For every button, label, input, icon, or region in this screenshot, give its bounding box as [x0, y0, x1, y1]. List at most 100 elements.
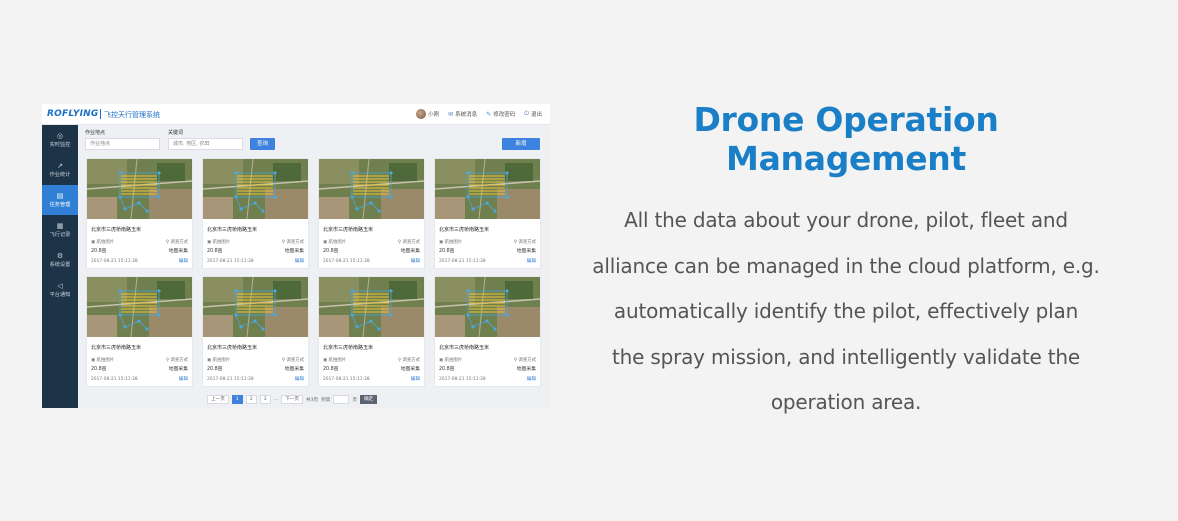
next-page-button[interactable]: 下一页 [281, 395, 303, 404]
task-card[interactable]: 北京市三虎桥南路玉米 ▣ 航拍图片 ⚲ 调查方式 20.8亩 地图采集 2017-08-2… [86, 276, 193, 387]
total-pages: 共3页 [306, 397, 319, 403]
prev-page-button[interactable]: 上一页 [207, 395, 229, 404]
task-card[interactable]: 北京市三虎桥南路玉米 ▣ 航拍图片 ⚲ 调查方式 20.8亩 地图采集 2017-08-2… [434, 158, 541, 269]
page-button-1[interactable]: 1 [231, 395, 243, 404]
pagination: 上一页 1 2 3 … 下一页 共3页 到第 页 确定 [207, 395, 378, 404]
sidebar-item-label: 实时监控 [49, 141, 71, 148]
header-actions: 小刚 ✉ 系统消息 ✎ 修改密码 ⏻ 退出 [416, 109, 542, 119]
card-area: 20.8亩 [207, 367, 223, 372]
card-title: 北京市三虎桥南路玉米 [207, 227, 258, 233]
card-status-label: 调查方式 [170, 358, 188, 363]
card-tag: ▣ 航拍图片 [439, 239, 462, 245]
logout-label: 退出 [530, 112, 542, 118]
field-map-thumbnail [203, 159, 308, 219]
sidebar-item-label: 作业统计 [49, 171, 71, 178]
edit-link[interactable]: 编辑 [179, 376, 188, 382]
description-line: alliance can be managed in the cloud pla… [592, 253, 1100, 278]
search-button[interactable]: 查询 [250, 138, 275, 150]
edit-icon: ✎ [486, 110, 492, 118]
card-title: 北京市三虎桥南路玉米 [323, 345, 374, 351]
task-card[interactable]: 北京市三虎桥南路玉米 ▣ 航拍图片 ⚲ 调查方式 20.8亩 地图采集 2017-08-2… [318, 158, 425, 269]
card-area: 20.8亩 [439, 367, 455, 372]
task-card[interactable]: 北京市三虎桥南路玉米 ▣ 航拍图片 ⚲ 调查方式 20.8亩 地图采集 2017-08-2… [86, 158, 193, 269]
card-status: ⚲ 调查方式 [398, 239, 420, 245]
user-name: 小刚 [428, 112, 440, 118]
card-status-2: 地图采集 [284, 249, 304, 254]
card-area: 20.8亩 [91, 367, 107, 372]
gear-icon: ⚙ [56, 251, 64, 260]
card-status-2: 地图采集 [284, 367, 304, 372]
card-tag-label: 航拍图片 [212, 240, 231, 245]
card-status-label: 调查方式 [286, 240, 304, 245]
messages-link[interactable]: ✉ 系统消息 [448, 110, 478, 119]
task-card[interactable]: 北京市三虎桥南路玉米 ▣ 航拍图片 ⚲ 调查方式 20.8亩 地图采集 2017-08-2… [202, 276, 309, 387]
card-tag: ▣ 航拍图片 [439, 357, 462, 363]
change-password-link[interactable]: ✎ 修改密码 [486, 110, 516, 119]
edit-link[interactable]: 编辑 [527, 258, 536, 264]
logo-divider [100, 109, 101, 119]
card-area: 20.8亩 [439, 249, 455, 254]
location-input[interactable]: 作业地点 [85, 138, 160, 150]
change-password-label: 修改密码 [493, 112, 516, 118]
card-status: ⚲ 调查方式 [166, 357, 188, 363]
edit-link[interactable]: 编辑 [411, 376, 420, 382]
card-status: ⚲ 调查方式 [282, 357, 304, 363]
card-tag: ▣ 航拍图片 [207, 357, 230, 363]
user-menu[interactable]: 小刚 [416, 109, 439, 119]
card-date: 2017-08-21 15:11:38 [207, 377, 254, 382]
edit-link[interactable]: 编辑 [527, 376, 536, 382]
edit-link[interactable]: 编辑 [295, 258, 304, 264]
card-status-label: 调查方式 [402, 358, 420, 363]
card-tag: ▣ 航拍图片 [323, 239, 346, 245]
keyword-label: 关键词 [168, 130, 184, 136]
sidebar-item-notice[interactable]: ◁ 平台通知 [42, 275, 78, 305]
card-status-label: 调查方式 [170, 240, 188, 245]
sidebar-item-statistics[interactable]: ↗ 作业统计 [42, 155, 78, 185]
card-tag: ▣ 航拍图片 [207, 239, 230, 245]
card-tag-label: 航拍图片 [444, 240, 463, 245]
app-screenshot: ROFLYING 飞控天行管理系统 小刚 ✉ 系统消息 ✎ 修改密码 ⏻ 退出 … [42, 104, 550, 408]
task-card[interactable]: 北京市三虎桥南路玉米 ▣ 航拍图片 ⚲ 调查方式 20.8亩 地图采集 2017-08-2… [202, 158, 309, 269]
card-status-2: 地图采集 [400, 367, 420, 372]
app-header: ROFLYING 飞控天行管理系统 小刚 ✉ 系统消息 ✎ 修改密码 ⏻ 退出 [42, 104, 550, 125]
field-map-thumbnail [435, 159, 540, 219]
sidebar-item-monitor[interactable]: ◎ 实时监控 [42, 125, 78, 155]
field-map-thumbnail [319, 159, 424, 219]
card-tag: ▣ 航拍图片 [91, 239, 114, 245]
card-tag-label: 航拍图片 [328, 358, 347, 363]
sidebar-item-settings[interactable]: ⚙ 系统设置 [42, 245, 78, 275]
description-line: automatically identify the pilot, effect… [613, 299, 1079, 323]
sidebar-item-label: 系统设置 [49, 261, 71, 268]
card-status: ⚲ 调查方式 [282, 239, 304, 245]
edit-link[interactable]: 编辑 [179, 258, 188, 264]
field-map-thumbnail [319, 277, 424, 337]
add-button[interactable]: 新增 [502, 138, 540, 150]
description: All the data about your drone, pilot, fl… [566, 198, 1126, 426]
card-status: ⚲ 调查方式 [514, 357, 536, 363]
card-status-2: 地图采集 [516, 249, 536, 254]
card-status-2: 地图采集 [516, 367, 536, 372]
task-card[interactable]: 北京市三虎桥南路玉米 ▣ 航拍图片 ⚲ 调查方式 20.8亩 地图采集 2017-08-2… [434, 276, 541, 387]
page-button-3[interactable]: 3 [259, 395, 271, 404]
logout-icon: ⏻ [524, 110, 529, 117]
edit-link[interactable]: 编辑 [295, 376, 304, 382]
sidebar-item-tasks[interactable]: ▤ 任务管理 [42, 185, 78, 215]
card-title: 北京市三虎桥南路玉米 [91, 227, 142, 233]
page-button-2[interactable]: 2 [245, 395, 257, 404]
card-status-label: 调查方式 [518, 358, 536, 363]
logout-link[interactable]: ⏻ 退出 [524, 110, 542, 118]
page-unit: 页 [352, 397, 357, 403]
sidebar-item-label: 任务管理 [49, 201, 71, 208]
card-title: 北京市三虎桥南路玉米 [439, 227, 490, 233]
messages-label: 系统消息 [455, 112, 478, 118]
card-status-label: 调查方式 [518, 240, 536, 245]
card-date: 2017-08-21 15:11:38 [439, 259, 486, 264]
card-title: 北京市三虎桥南路玉米 [91, 345, 142, 351]
sidebar-item-records[interactable]: ▦ 飞行记录 [42, 215, 78, 245]
keyword-input[interactable]: 城市, 地区, 农田 [168, 138, 243, 150]
monitor-icon: ◎ [56, 131, 64, 140]
confirm-page-button[interactable]: 确定 [359, 395, 378, 404]
task-card[interactable]: 北京市三虎桥南路玉米 ▣ 航拍图片 ⚲ 调查方式 20.8亩 地图采集 2017-08-2… [318, 276, 425, 387]
goto-page-input[interactable] [333, 395, 350, 404]
edit-link[interactable]: 编辑 [411, 258, 420, 264]
